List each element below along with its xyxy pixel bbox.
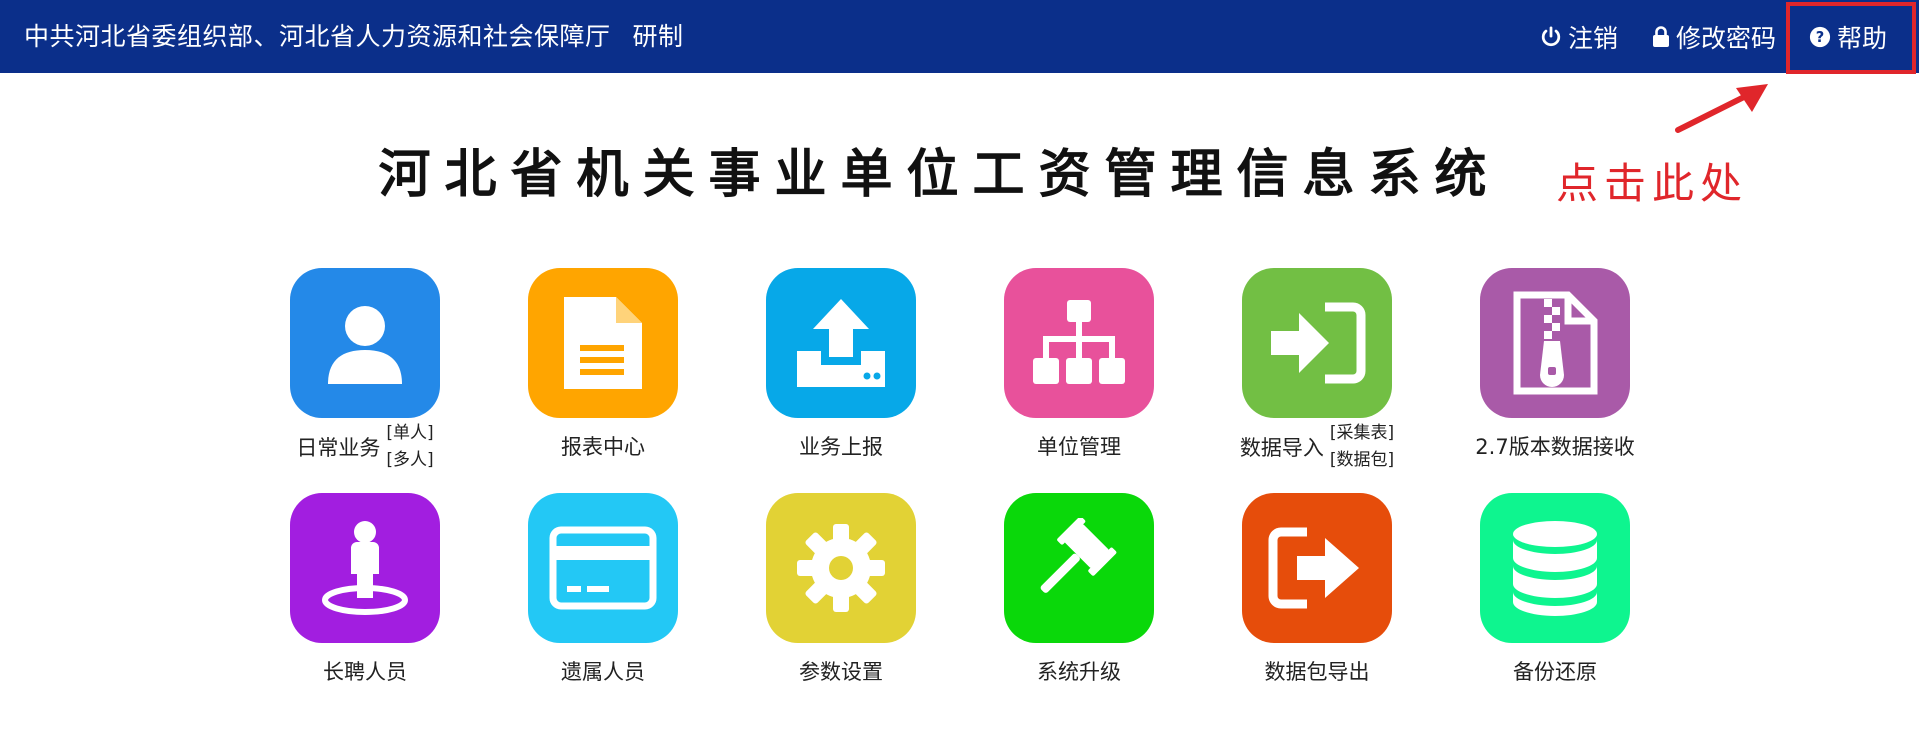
tile-label-group: 数据导入 [采集表] [数据包] — [1192, 420, 1442, 474]
tile-system-upgrade[interactable]: 系统升级 — [954, 493, 1174, 703]
tile-label: 单位管理 — [1037, 435, 1121, 459]
tile-label: 2.7版本数据接收 — [1475, 435, 1635, 459]
change-password-label: 修改密码 — [1676, 23, 1777, 53]
street-view-icon — [290, 493, 440, 643]
tile-parameter-settings[interactable]: 参数设置 — [716, 493, 936, 703]
org-credit: 中共河北省委组织部、河北省人力资源和社会保障厅 研制 — [24, 0, 684, 73]
tile-data-import[interactable]: 数据导入 [采集表] [数据包] — [1192, 268, 1412, 478]
tile-v27-data-receive[interactable]: 2.7版本数据接收 — [1430, 268, 1650, 478]
tile-label: 备份还原 — [1513, 660, 1597, 684]
tile-label-group: 日常业务 [单人] [多人] — [240, 420, 490, 474]
sitemap-icon — [1004, 268, 1154, 418]
sign-in-icon — [1242, 268, 1392, 418]
tile-unit-management[interactable]: 单位管理 — [954, 268, 1174, 478]
sign-out-icon — [1242, 493, 1392, 643]
database-icon — [1480, 493, 1630, 643]
logout-button[interactable]: 注销 — [1540, 0, 1618, 73]
tile-report-center[interactable]: 报表中心 — [478, 268, 698, 478]
data-package-link[interactable]: [数据包] — [1330, 447, 1394, 474]
document-icon — [528, 268, 678, 418]
tile-label: 长聘人员 — [323, 660, 407, 684]
tile-label: 系统升级 — [1037, 660, 1121, 684]
tile-label: 数据包导出 — [1264, 660, 1370, 684]
gear-icon — [766, 493, 916, 643]
tile-label: 参数设置 — [799, 660, 883, 684]
tile-business-report[interactable]: 业务上报 — [716, 268, 936, 478]
power-icon — [1541, 25, 1561, 46]
zip-file-icon — [1480, 268, 1630, 418]
help-highlight-box — [1786, 2, 1916, 74]
tile-daily-business[interactable]: 日常业务 [单人] [多人] — [240, 268, 460, 478]
tile-label: 日常业务 — [296, 436, 381, 460]
page-title: 河北省机关事业单位工资管理信息系统 — [378, 145, 1501, 205]
org-name: 中共河北省委组织部、河北省人力资源和社会保障厅 — [24, 22, 611, 51]
single-person-link[interactable]: [单人] — [386, 420, 433, 447]
gavel-icon — [1004, 493, 1154, 643]
tile-label: 报表中心 — [561, 435, 645, 459]
lock-icon — [1653, 25, 1669, 47]
developer-label: 研制 — [632, 22, 684, 51]
multi-person-link[interactable]: [多人] — [386, 447, 433, 474]
collection-table-link[interactable]: [采集表] — [1330, 420, 1394, 447]
tile-data-package-export[interactable]: 数据包导出 — [1192, 493, 1412, 703]
user-icon — [290, 268, 440, 418]
tile-long-term-staff[interactable]: 长聘人员 — [240, 493, 460, 703]
credit-card-icon — [528, 493, 678, 643]
tile-label: 业务上报 — [799, 435, 883, 459]
upload-icon — [766, 268, 916, 418]
tile-survivor-staff[interactable]: 遗属人员 — [478, 493, 698, 703]
top-header: 中共河北省委组织部、河北省人力资源和社会保障厅 研制 注销 修改密码 ? 帮助 — [0, 0, 1919, 73]
change-password-button[interactable]: 修改密码 — [1652, 0, 1776, 73]
tile-backup-restore[interactable]: 备份还原 — [1430, 493, 1650, 703]
tile-label: 数据导入 — [1239, 436, 1324, 460]
tile-label: 遗属人员 — [561, 660, 645, 684]
logout-label: 注销 — [1568, 23, 1619, 53]
